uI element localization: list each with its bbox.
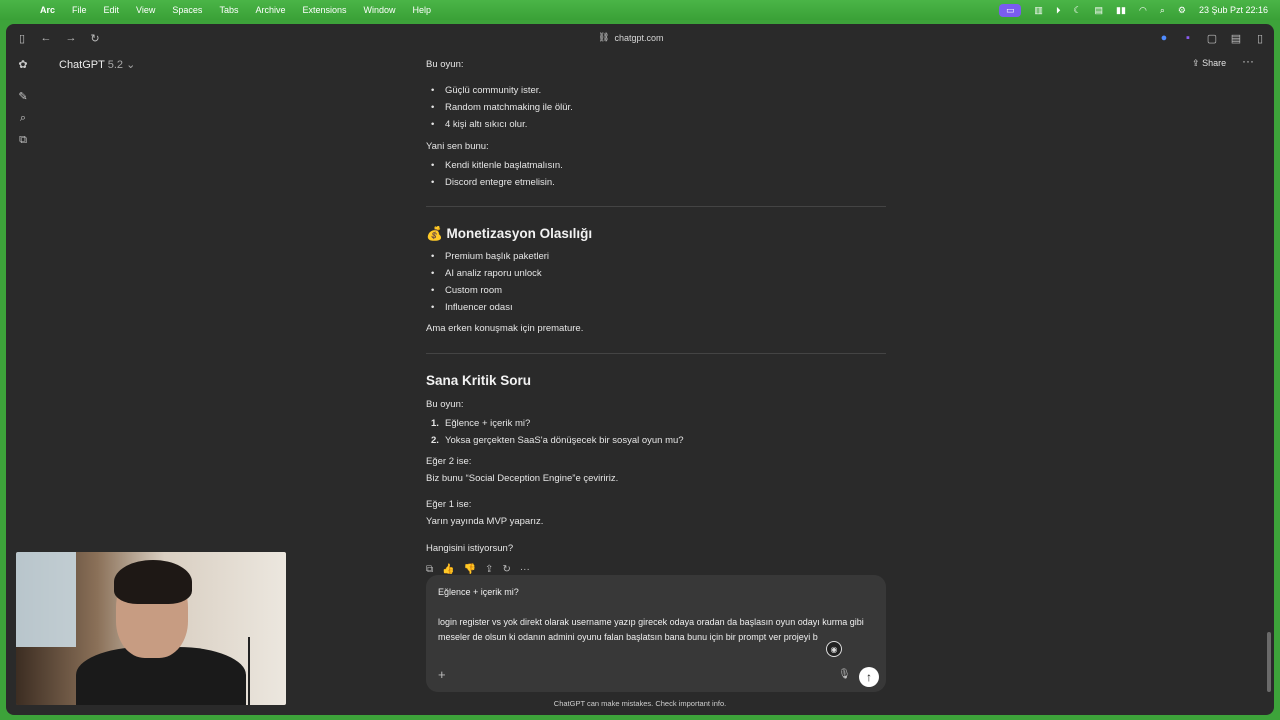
list-item: Discord entegre etmelisin. bbox=[431, 177, 555, 188]
link-icon: ⛓ bbox=[598, 32, 610, 42]
add-attachment-icon[interactable]: + bbox=[438, 667, 446, 682]
menu-app[interactable]: Arc bbox=[40, 5, 55, 15]
share-label: Share bbox=[1202, 58, 1227, 68]
chevron-down-icon: ⌄ bbox=[126, 59, 136, 71]
menu-extensions[interactable]: Extensions bbox=[302, 5, 346, 15]
model-name: ChatGPT bbox=[59, 59, 105, 71]
copy-icon[interactable]: ⧉ bbox=[426, 564, 433, 575]
library-icon[interactable]: ⧉ bbox=[16, 133, 30, 147]
menu-spaces[interactable]: Spaces bbox=[172, 5, 202, 15]
share-message-icon[interactable]: ⇪ bbox=[485, 564, 493, 575]
menu-archive[interactable]: Archive bbox=[255, 5, 285, 15]
grammar-assistant-icon[interactable]: ◉ bbox=[826, 641, 842, 657]
list-item: Güçlü community ister. bbox=[431, 85, 541, 96]
paragraph: Bu oyun: bbox=[426, 399, 464, 410]
comment-icon[interactable]: ▢ bbox=[1204, 30, 1220, 46]
split-view-icon[interactable]: ▯ bbox=[1252, 30, 1268, 46]
menu-view[interactable]: View bbox=[136, 5, 155, 15]
webcam-person-hair bbox=[114, 560, 192, 604]
url-text: chatgpt.com bbox=[614, 32, 664, 43]
list-item: Random matchmaking ile ölür. bbox=[431, 102, 573, 113]
menu-tabs[interactable]: Tabs bbox=[219, 5, 238, 15]
paragraph: Yani sen bunu: bbox=[426, 141, 489, 152]
paragraph: Eğer 1 ise: bbox=[426, 499, 472, 510]
list-item: Premium başlık paketleri bbox=[431, 251, 549, 262]
menu-window[interactable]: Window bbox=[364, 5, 396, 15]
model-version: 5.2 bbox=[107, 59, 124, 71]
sidebar-toggle-icon[interactable]: ▯ bbox=[14, 30, 30, 46]
menu-help[interactable]: Help bbox=[413, 5, 432, 15]
stage-icon[interactable]: ▤ bbox=[1095, 5, 1104, 16]
paragraph: Bu oyun: bbox=[426, 59, 464, 70]
list-item: Custom room bbox=[431, 285, 502, 296]
paragraph: Hangisini istiyorsun? bbox=[426, 543, 514, 554]
list-item: AI analiz raporu unlock bbox=[431, 268, 542, 279]
wifi-icon[interactable]: ◠ bbox=[1139, 5, 1147, 16]
extension-2-icon[interactable]: ▪ bbox=[1180, 30, 1196, 46]
url-bar[interactable]: ⛓ chatgpt.com bbox=[598, 32, 663, 43]
divider bbox=[426, 206, 886, 207]
paragraph: Yarın yayında MVP yaparız. bbox=[426, 516, 544, 527]
clock-text[interactable]: 23 Şub Pzt 22:16 bbox=[1199, 5, 1268, 15]
browser-toolbar: ▯ ← → ↻ ⛓ chatgpt.com ● ▪ ▢ ▤ ▯ bbox=[6, 24, 1274, 52]
more-options-icon[interactable]: ··· bbox=[1242, 54, 1254, 68]
new-chat-icon[interactable]: ✎ bbox=[16, 89, 30, 103]
list-item: 4 kişi altı sıkıcı olur. bbox=[431, 119, 527, 130]
list-text: Eğlence + içerik mi? bbox=[445, 418, 531, 429]
microphone-icon[interactable]: 🎙 bbox=[838, 669, 851, 680]
list-text: Yoksa gerçekten SaaS'a dönüşecek bir sos… bbox=[445, 435, 684, 446]
share-button[interactable]: ⇪ Share bbox=[1192, 58, 1226, 69]
search-chats-icon[interactable]: ⌕ bbox=[16, 111, 30, 125]
forward-icon[interactable]: → bbox=[63, 30, 79, 46]
list-item: Kendi kitlenle başlatmalısın. bbox=[431, 160, 563, 171]
menu-bar: Arc File Edit View Spaces Tabs Archive E… bbox=[0, 0, 1280, 20]
scrollbar[interactable] bbox=[1267, 632, 1271, 692]
list-item: Influencer odası bbox=[431, 302, 513, 313]
search-icon[interactable]: ⌕ bbox=[1160, 5, 1165, 16]
play-icon[interactable]: ⏵ bbox=[1056, 5, 1061, 16]
list-number: 2. bbox=[431, 435, 439, 446]
menu-edit[interactable]: Edit bbox=[104, 5, 120, 15]
send-button[interactable]: ↑ bbox=[859, 667, 879, 687]
openai-logo-icon[interactable]: ✿ bbox=[16, 57, 30, 71]
layout-icon[interactable]: ▥ bbox=[1034, 5, 1043, 16]
list-number: 1. bbox=[431, 418, 439, 429]
ordered-list-item: 1. Eğlence + içerik mi? bbox=[431, 418, 531, 429]
control-center-icon[interactable]: ⚙ bbox=[1178, 5, 1186, 16]
battery-icon[interactable]: ▮▮ bbox=[1116, 5, 1126, 16]
divider bbox=[426, 353, 886, 354]
paragraph: Ama erken konuşmak için premature. bbox=[426, 323, 584, 334]
moon-icon[interactable]: ☾ bbox=[1073, 5, 1081, 16]
extension-icon[interactable]: ● bbox=[1156, 30, 1172, 46]
webcam-window bbox=[16, 552, 76, 647]
notes-icon[interactable]: ▤ bbox=[1228, 30, 1244, 46]
reload-icon[interactable]: ↻ bbox=[87, 30, 103, 46]
regenerate-icon[interactable]: ↻ bbox=[502, 564, 510, 575]
ordered-list-item: 2. Yoksa gerçekten SaaS'a dönüşecek bir … bbox=[431, 435, 684, 446]
menu-file[interactable]: File bbox=[72, 5, 87, 15]
composer-input[interactable]: Eğlence + içerik mi? login register vs y… bbox=[438, 585, 868, 645]
message-actions: ⧉ 👍 👎 ⇪ ↻ ··· bbox=[426, 564, 530, 575]
paragraph: Biz bunu “Social Deception Engine”e çevi… bbox=[426, 473, 619, 484]
thumbs-up-icon[interactable]: 👍 bbox=[442, 564, 454, 575]
back-icon[interactable]: ← bbox=[38, 30, 54, 46]
share-icon: ⇪ bbox=[1192, 58, 1200, 68]
section-heading: Sana Kritik Soru bbox=[426, 373, 532, 388]
section-heading: 💰 Monetizasyon Olasılığı bbox=[426, 226, 593, 241]
paragraph: Eğer 2 ise: bbox=[426, 456, 472, 467]
more-actions-icon[interactable]: ··· bbox=[520, 564, 530, 575]
model-selector[interactable]: ChatGPT 5.2 ⌄ bbox=[59, 58, 135, 71]
message-composer[interactable]: Eğlence + içerik mi? login register vs y… bbox=[426, 575, 886, 692]
webcam-overlay bbox=[16, 552, 286, 705]
thumbs-down-icon[interactable]: 👎 bbox=[464, 564, 476, 575]
webcam-tripod bbox=[248, 637, 250, 705]
screen-record-icon[interactable]: ▭ bbox=[999, 3, 1022, 17]
